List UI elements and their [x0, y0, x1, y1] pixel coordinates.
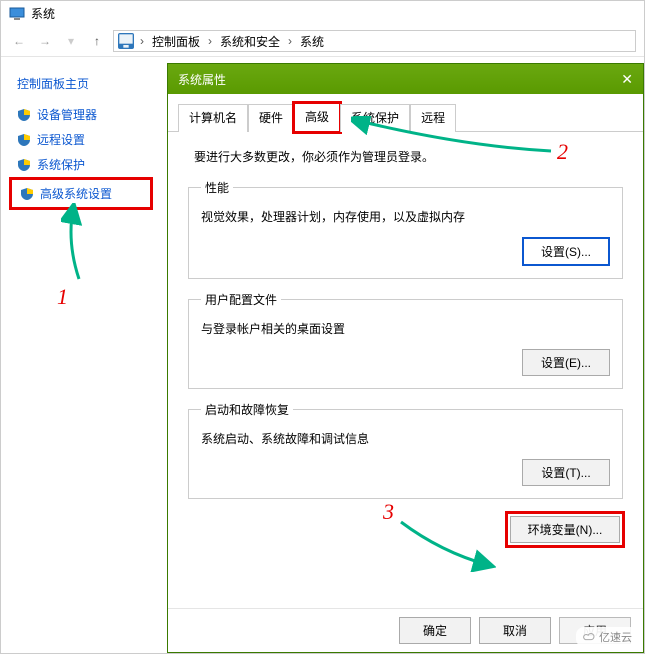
sidebar-item-label: 系统保护 — [37, 156, 85, 173]
annotation-number-3: 3 — [383, 499, 394, 525]
sidebar-item-remote-settings[interactable]: 远程设置 — [11, 127, 151, 152]
sidebar-item-device-manager[interactable]: 设备管理器 — [11, 102, 151, 127]
sidebar-item-label: 高级系统设置 — [40, 185, 112, 202]
annotation-highlight-3: 环境变量(N)... — [505, 511, 625, 548]
sidebar-item-label: 设备管理器 — [37, 106, 97, 123]
environment-variables-button[interactable]: 环境变量(N)... — [510, 516, 620, 543]
sidebar-item-label: 远程设置 — [37, 131, 85, 148]
group-performance-desc: 视觉效果，处理器计划，内存使用，以及虚拟内存 — [201, 206, 610, 237]
back-arrow-icon[interactable]: ← — [9, 31, 29, 51]
annotation-number-1: 1 — [57, 284, 68, 310]
cancel-button[interactable]: 取消 — [479, 617, 551, 644]
watermark-label: 亿速云 — [599, 629, 632, 645]
breadcrumb-item[interactable]: 系统和安全 — [218, 33, 282, 50]
annotation-arrow-3 — [396, 517, 496, 572]
breadcrumb-item[interactable]: 控制面板 — [150, 33, 202, 50]
group-startup-recovery: 启动和故障恢复 系统启动、系统故障和调试信息 设置(T)... — [188, 401, 623, 499]
close-icon[interactable]: ✕ — [621, 71, 633, 88]
chevron-right-icon: › — [204, 34, 216, 48]
shield-icon — [17, 133, 31, 147]
group-user-profiles: 用户配置文件 与登录帐户相关的桌面设置 设置(E)... — [188, 291, 623, 389]
user-profiles-settings-button[interactable]: 设置(E)... — [522, 349, 610, 376]
tab-hardware[interactable]: 硬件 — [248, 104, 294, 132]
group-startup-desc: 系统启动、系统故障和调试信息 — [201, 428, 610, 459]
startup-settings-button[interactable]: 设置(T)... — [522, 459, 610, 486]
forward-arrow-icon[interactable]: → — [35, 31, 55, 51]
breadcrumb[interactable]: › 控制面板 › 系统和安全 › 系统 — [113, 30, 636, 52]
chevron-right-icon: › — [136, 34, 148, 48]
monitor-icon — [118, 33, 134, 49]
annotation-arrow-1 — [61, 203, 91, 283]
dialog-title: 系统属性 — [178, 71, 226, 88]
up-arrow-icon[interactable]: ↑ — [87, 31, 107, 51]
group-performance: 性能 视觉效果，处理器计划，内存使用，以及虚拟内存 设置(S)... — [188, 179, 623, 279]
tab-computer-name[interactable]: 计算机名 — [178, 104, 248, 132]
group-user-profiles-legend: 用户配置文件 — [201, 291, 281, 308]
breadcrumb-item[interactable]: 系统 — [298, 33, 326, 50]
chevron-right-icon: › — [284, 34, 296, 48]
computer-icon — [9, 6, 25, 22]
dropdown-history-icon[interactable]: ▾ — [61, 31, 81, 51]
annotation-arrow-2 — [351, 116, 561, 161]
ok-button[interactable]: 确定 — [399, 617, 471, 644]
group-user-profiles-desc: 与登录帐户相关的桌面设置 — [201, 318, 610, 349]
window-title: 系统 — [31, 5, 55, 22]
watermark: 亿速云 — [576, 627, 638, 647]
group-startup-legend: 启动和故障恢复 — [201, 401, 293, 418]
performance-settings-button[interactable]: 设置(S)... — [522, 237, 610, 266]
control-panel-home-link[interactable]: 控制面板主页 — [11, 69, 151, 102]
shield-icon — [17, 108, 31, 122]
sidebar-item-system-protection[interactable]: 系统保护 — [11, 152, 151, 177]
tab-advanced[interactable]: 高级 — [294, 103, 340, 132]
shield-icon — [17, 158, 31, 172]
group-performance-legend: 性能 — [201, 179, 233, 196]
shield-icon — [20, 187, 34, 201]
